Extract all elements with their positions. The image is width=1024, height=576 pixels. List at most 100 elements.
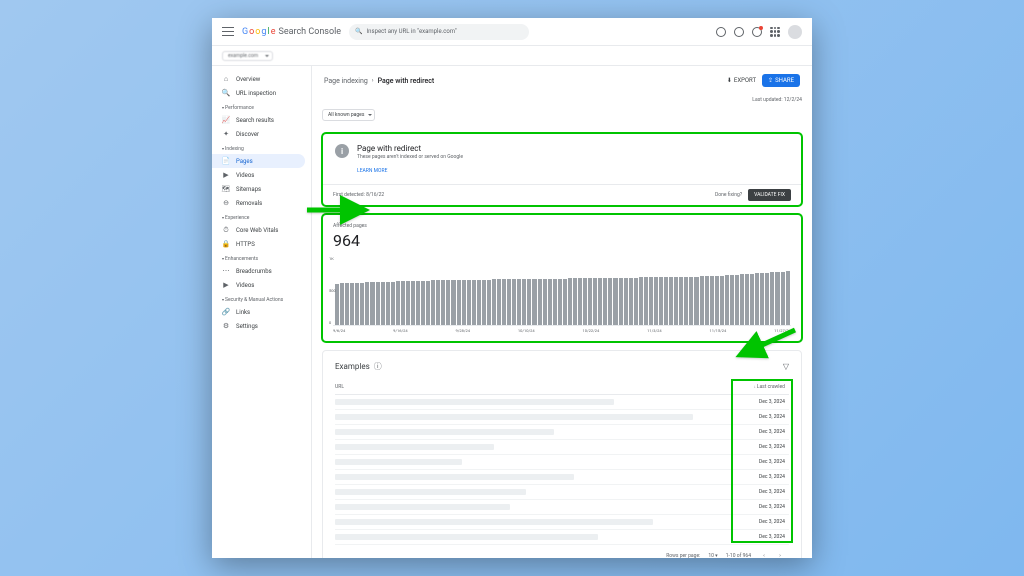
rows-per-page-select[interactable]: 10 ▾ <box>708 553 717 558</box>
last-updated: Last updated: 12/2/24 <box>322 95 802 105</box>
sidebar-section-experience[interactable]: Experience <box>212 210 311 223</box>
main-content: Page indexing › Page with redirect ⬇EXPO… <box>312 66 812 558</box>
cell-last-crawled: Dec 3, 2024 <box>733 399 789 405</box>
inspect-icon: 🔍 <box>222 89 230 97</box>
chart-x-axis: 9/6/249/16/249/28/2410/10/2410/22/2411/3… <box>333 326 791 333</box>
table-row[interactable]: Dec 3, 2024 <box>335 515 789 530</box>
top-bar: Google Search Console 🔍 Inspect any URL … <box>212 18 812 46</box>
sidebar-item-sitemaps[interactable]: 🗺Sitemaps <box>212 182 311 196</box>
sidebar-section-enhancements[interactable]: Enhancements <box>212 251 311 264</box>
chart-label: Affected pages <box>333 223 791 229</box>
pagination-range: 1-10 of 964 <box>726 553 751 558</box>
column-last-crawled[interactable]: ↓ Last crawled <box>733 384 789 390</box>
chart-icon: 📈 <box>222 116 230 124</box>
search-input[interactable]: 🔍 Inspect any URL in "example.com" <box>349 24 529 40</box>
chart-value: 964 <box>333 231 791 250</box>
sidebar-item-discover[interactable]: ✦Discover <box>212 127 311 141</box>
sidebar-item-overview[interactable]: ⌂Overview <box>212 72 311 86</box>
search-icon: 🔍 <box>355 28 362 35</box>
sitemap-icon: 🗺 <box>222 185 230 193</box>
cell-last-crawled: Dec 3, 2024 <box>733 504 789 510</box>
filter-icon[interactable]: ▽ <box>783 362 789 371</box>
pages-icon: 📄 <box>222 157 230 165</box>
apps-icon[interactable] <box>770 27 780 37</box>
first-detected: First detected: 8/16/22 <box>333 192 384 198</box>
prev-page-button[interactable]: ‹ <box>759 551 769 558</box>
sidebar-item-url-inspection[interactable]: 🔍URL inspection <box>212 86 311 100</box>
table-footer: Rows per page: 10 ▾ 1-10 of 964 ‹ › <box>335 545 789 558</box>
help-circle-icon[interactable]: ⓘ <box>374 361 382 372</box>
learn-more-link[interactable]: LEARN MORE <box>357 168 789 174</box>
home-icon: ⌂ <box>222 75 230 83</box>
property-bar: example.com <box>212 46 812 66</box>
table-row[interactable]: Dec 3, 2024 <box>335 395 789 410</box>
chart-bars: 1K5000 <box>333 256 791 326</box>
sidebar-section-indexing[interactable]: Indexing <box>212 141 311 154</box>
export-button[interactable]: ⬇EXPORT <box>727 77 756 84</box>
product-logo: Google Search Console <box>242 27 341 37</box>
info-icon: i <box>335 144 349 158</box>
chevron-right-icon: › <box>372 77 374 84</box>
cell-last-crawled: Dec 3, 2024 <box>733 489 789 495</box>
issue-card: i Page with redirect These pages aren't … <box>322 133 802 206</box>
sidebar-section-performance[interactable]: Performance <box>212 100 311 113</box>
examples-card: Examples ⓘ ▽ URL ↓ Last crawled Dec 3, 2… <box>322 350 802 558</box>
avatar[interactable] <box>788 25 802 39</box>
app-window: Google Search Console 🔍 Inspect any URL … <box>212 18 812 558</box>
table-row[interactable]: Dec 3, 2024 <box>335 485 789 500</box>
breadcrumb-icon: ⋯ <box>222 267 230 275</box>
sidebar-item-breadcrumbs[interactable]: ⋯Breadcrumbs <box>212 264 311 278</box>
minus-icon: ⊖ <box>222 199 230 207</box>
sidebar-item-links[interactable]: 🔗Links <box>212 305 311 319</box>
account-switch-icon[interactable] <box>734 27 744 37</box>
table-row[interactable]: Dec 3, 2024 <box>335 455 789 470</box>
table-row[interactable]: Dec 3, 2024 <box>335 440 789 455</box>
cell-last-crawled: Dec 3, 2024 <box>733 429 789 435</box>
sidebar: ⌂Overview 🔍URL inspection Performance 📈S… <box>212 66 312 558</box>
video-icon: ▶ <box>222 281 230 289</box>
hamburger-icon[interactable] <box>222 26 234 38</box>
breadcrumb: Page indexing › Page with redirect ⬇EXPO… <box>322 66 802 95</box>
cell-last-crawled: Dec 3, 2024 <box>733 414 789 420</box>
property-selector[interactable]: example.com <box>222 51 273 61</box>
video-icon: ▶ <box>222 171 230 179</box>
sidebar-item-search-results[interactable]: 📈Search results <box>212 113 311 127</box>
breadcrumb-root[interactable]: Page indexing <box>324 77 368 85</box>
examples-title: Examples <box>335 362 370 371</box>
issue-title: Page with redirect <box>357 144 463 153</box>
validate-fix-button[interactable]: VALIDATE FIX <box>748 189 791 201</box>
breadcrumb-current: Page with redirect <box>378 77 435 85</box>
sidebar-item-https[interactable]: 🔒HTTPS <box>212 237 311 251</box>
discover-icon: ✦ <box>222 130 230 138</box>
filter-dropdown[interactable]: All known pages <box>322 109 375 121</box>
next-page-button[interactable]: › <box>775 551 785 558</box>
cell-last-crawled: Dec 3, 2024 <box>733 519 789 525</box>
cell-last-crawled: Dec 3, 2024 <box>733 444 789 450</box>
lock-icon: 🔒 <box>222 240 230 248</box>
table-row[interactable]: Dec 3, 2024 <box>335 470 789 485</box>
sidebar-item-videos2[interactable]: ▶Videos <box>212 278 311 292</box>
cell-last-crawled: Dec 3, 2024 <box>733 459 789 465</box>
table-row[interactable]: Dec 3, 2024 <box>335 410 789 425</box>
sidebar-section-security[interactable]: Security & Manual Actions <box>212 292 311 305</box>
notifications-icon[interactable] <box>752 27 762 37</box>
gear-icon: ⚙ <box>222 322 230 330</box>
cell-last-crawled: Dec 3, 2024 <box>733 534 789 540</box>
sidebar-item-pages[interactable]: 📄Pages <box>212 154 305 168</box>
share-button[interactable]: ⇪SHARE <box>762 74 800 87</box>
sidebar-item-settings[interactable]: ⚙Settings <box>212 319 311 333</box>
issue-subtitle: These pages aren't indexed or served on … <box>357 154 463 160</box>
sidebar-item-videos[interactable]: ▶Videos <box>212 168 311 182</box>
speed-icon: ⏱ <box>222 226 230 234</box>
share-icon: ⇪ <box>768 77 773 84</box>
affected-pages-chart: Affected pages 964 1K5000 9/6/249/16/249… <box>322 214 802 342</box>
cell-last-crawled: Dec 3, 2024 <box>733 474 789 480</box>
sidebar-item-removals[interactable]: ⊖Removals <box>212 196 311 210</box>
help-icon[interactable] <box>716 27 726 37</box>
table-row[interactable]: Dec 3, 2024 <box>335 425 789 440</box>
sidebar-item-cwv[interactable]: ⏱Core Web Vitals <box>212 223 311 237</box>
table-row[interactable]: Dec 3, 2024 <box>335 500 789 515</box>
table-row[interactable]: Dec 3, 2024 <box>335 530 789 545</box>
column-url[interactable]: URL <box>335 384 733 390</box>
download-icon: ⬇ <box>727 77 732 84</box>
